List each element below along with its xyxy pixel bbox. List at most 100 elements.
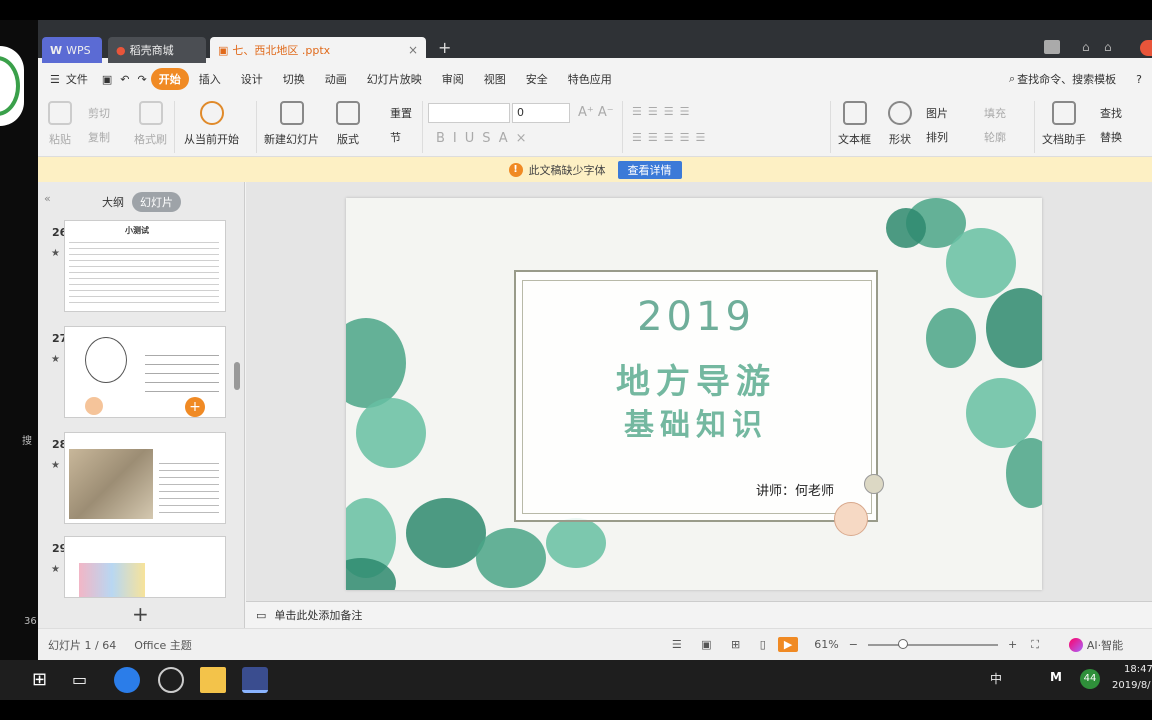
format-painter-button[interactable]: 格式刷	[134, 101, 167, 147]
reset-button[interactable]: 重置	[390, 105, 412, 121]
search-commands[interactable]: 查找命令、搜索模板	[1017, 71, 1126, 87]
slide-lecturer[interactable]: 讲师：何老师	[756, 480, 834, 499]
format-painter-label: 格式刷	[134, 133, 167, 146]
menu-review[interactable]: 审阅	[432, 71, 474, 87]
tab-wps[interactable]: W WPS	[42, 37, 102, 63]
add-slide-icon[interactable]: +	[185, 397, 205, 417]
slide-thumbnail[interactable]: 小测试	[64, 220, 226, 312]
list-icons[interactable]: ☰☰☰☰	[632, 105, 695, 118]
slide-thumbnail[interactable]	[64, 536, 226, 598]
fill-button[interactable]: 填充	[984, 105, 1006, 121]
badge-icon[interactable]	[1044, 40, 1060, 54]
close-tab-icon[interactable]: ×	[408, 43, 418, 57]
arrange-button[interactable]: 排列	[926, 129, 948, 145]
outline-button[interactable]: 轮廓	[984, 129, 1006, 145]
clock-date[interactable]: 2019/8/	[1112, 680, 1151, 691]
play-icon[interactable]	[85, 397, 103, 415]
grow-font-icon[interactable]: A⁺ A⁻	[578, 105, 614, 120]
input-lang[interactable]: 中	[990, 670, 1002, 687]
from-current-button[interactable]: 从当前开始	[184, 101, 239, 147]
save-icon[interactable]: ▣	[98, 73, 116, 86]
zoom-level[interactable]: 61%	[814, 638, 838, 651]
redo-icon[interactable]: ↷	[134, 73, 151, 86]
current-slide[interactable]: 2019 地方导游 基础知识 讲师：何老师	[346, 198, 1042, 590]
panel-tabs: 大纲 幻灯片	[102, 192, 181, 212]
clock-time[interactable]: 18:47	[1124, 664, 1152, 675]
slide-thumbnail[interactable]	[64, 432, 226, 524]
paste-button[interactable]: 粘贴	[48, 101, 72, 147]
m-icon[interactable]: M	[1050, 670, 1062, 684]
ai-icon[interactable]	[1068, 637, 1083, 652]
panel-scrollbar[interactable]	[234, 362, 240, 390]
slide-title-line1[interactable]: 地方导游	[514, 354, 878, 403]
balloon-icon	[85, 337, 127, 383]
section-button[interactable]: 节	[390, 129, 401, 145]
slide-thumbnail[interactable]: +	[64, 326, 226, 418]
menu-design[interactable]: 设计	[231, 71, 273, 87]
menu-security[interactable]: 安全	[516, 71, 558, 87]
menu-view[interactable]: 视图	[474, 71, 516, 87]
theme-name[interactable]: Office 主题	[134, 637, 192, 653]
skin-icon[interactable]: ⌂	[1104, 40, 1112, 54]
font-style-icons[interactable]: BIUSA×	[436, 131, 535, 146]
tab-store[interactable]: ● 稻壳商城	[108, 37, 206, 63]
notes-placeholder: 单击此处添加备注	[274, 609, 363, 622]
tab-slides[interactable]: 幻灯片	[132, 192, 181, 212]
zoom-in-icon[interactable]: +	[1008, 638, 1017, 651]
cut-button[interactable]: 剪切	[88, 105, 110, 121]
menu-special[interactable]: 特色应用	[558, 71, 622, 87]
align-icons[interactable]: ☰☰☰☰☰	[632, 131, 711, 144]
play-slideshow-icon[interactable]: ▶	[777, 637, 799, 652]
doc-helper-button[interactable]: 文档助手	[1042, 101, 1086, 147]
ai-label[interactable]: AI·智能	[1087, 637, 1123, 653]
menu-file[interactable]: 文件	[64, 71, 98, 87]
new-slide-button[interactable]: 新建幻灯片	[264, 101, 319, 147]
slide-title-line2[interactable]: 基础知识	[514, 400, 878, 444]
warning-icon: !	[508, 162, 523, 177]
search-icon[interactable]: ⌕	[999, 72, 1017, 86]
flame-icon: ●	[116, 43, 126, 57]
zoom-out-icon[interactable]: −	[849, 638, 858, 651]
decor-circle-icon	[864, 474, 884, 494]
collapse-icon[interactable]: «	[44, 192, 51, 205]
layout-button[interactable]: 版式	[336, 101, 360, 147]
tab-document[interactable]: ▣ 七、西北地区 .pptx ×	[210, 37, 426, 63]
notes-bar[interactable]: ▭ 单击此处添加备注	[246, 601, 1152, 628]
shape-button[interactable]: 形状	[888, 101, 912, 147]
star-icon: ★	[51, 248, 60, 259]
menu-insert[interactable]: 插入	[189, 71, 231, 87]
tray-badge[interactable]: 44	[1080, 669, 1100, 689]
menu-home[interactable]: 开始	[150, 68, 189, 90]
undo-icon[interactable]: ↶	[116, 73, 133, 86]
zoom-slider[interactable]	[867, 638, 998, 649]
menu-transition[interactable]: 切换	[273, 71, 315, 87]
start-icon[interactable]: ⊞	[32, 667, 58, 693]
fit-icon[interactable]: ⛶	[1031, 638, 1039, 652]
folder-icon[interactable]	[200, 667, 226, 693]
wps-window: W WPS ● 稻壳商城 ▣ 七、西北地区 .pptx × + ⌂ ⌂ ☰ 文件 ▣ ↶…	[38, 20, 1152, 660]
menu-slideshow[interactable]: 幻灯片放映	[357, 71, 432, 87]
task-view-icon[interactable]: ▭	[72, 667, 98, 693]
user-avatar[interactable]	[1140, 40, 1152, 56]
hamburger-icon[interactable]: ☰	[38, 73, 64, 86]
missing-font-notice: ! 此文稿缺少字体 查看详情	[38, 157, 1152, 182]
menu-animation[interactable]: 动画	[315, 71, 357, 87]
view-mode-icons[interactable]: ☰ ▣ ⊞ ▯	[672, 638, 774, 651]
find-button[interactable]: 查找	[1100, 105, 1122, 121]
browser-icon[interactable]	[158, 667, 184, 693]
wps-taskbar-icon[interactable]	[242, 667, 268, 693]
share-icon[interactable]: ⌂	[1082, 40, 1090, 54]
help-icon[interactable]: ?	[1126, 73, 1152, 86]
view-details-button[interactable]: 查看详情	[617, 160, 682, 179]
font-size-combo[interactable]: 0	[512, 103, 570, 123]
add-tab-icon[interactable]: +	[438, 38, 451, 57]
tab-outline[interactable]: 大纲	[102, 194, 124, 210]
slide-year[interactable]: 2019	[514, 294, 878, 340]
picture-button[interactable]: 图片	[926, 105, 948, 121]
sogou-icon[interactable]	[114, 667, 140, 693]
add-slide-button[interactable]: +	[132, 602, 149, 626]
replace-button[interactable]: 替换	[1100, 129, 1122, 145]
textbox-button[interactable]: 文本框	[838, 101, 871, 147]
font-name-combo[interactable]	[428, 103, 510, 123]
copy-button[interactable]: 复制	[88, 129, 110, 145]
